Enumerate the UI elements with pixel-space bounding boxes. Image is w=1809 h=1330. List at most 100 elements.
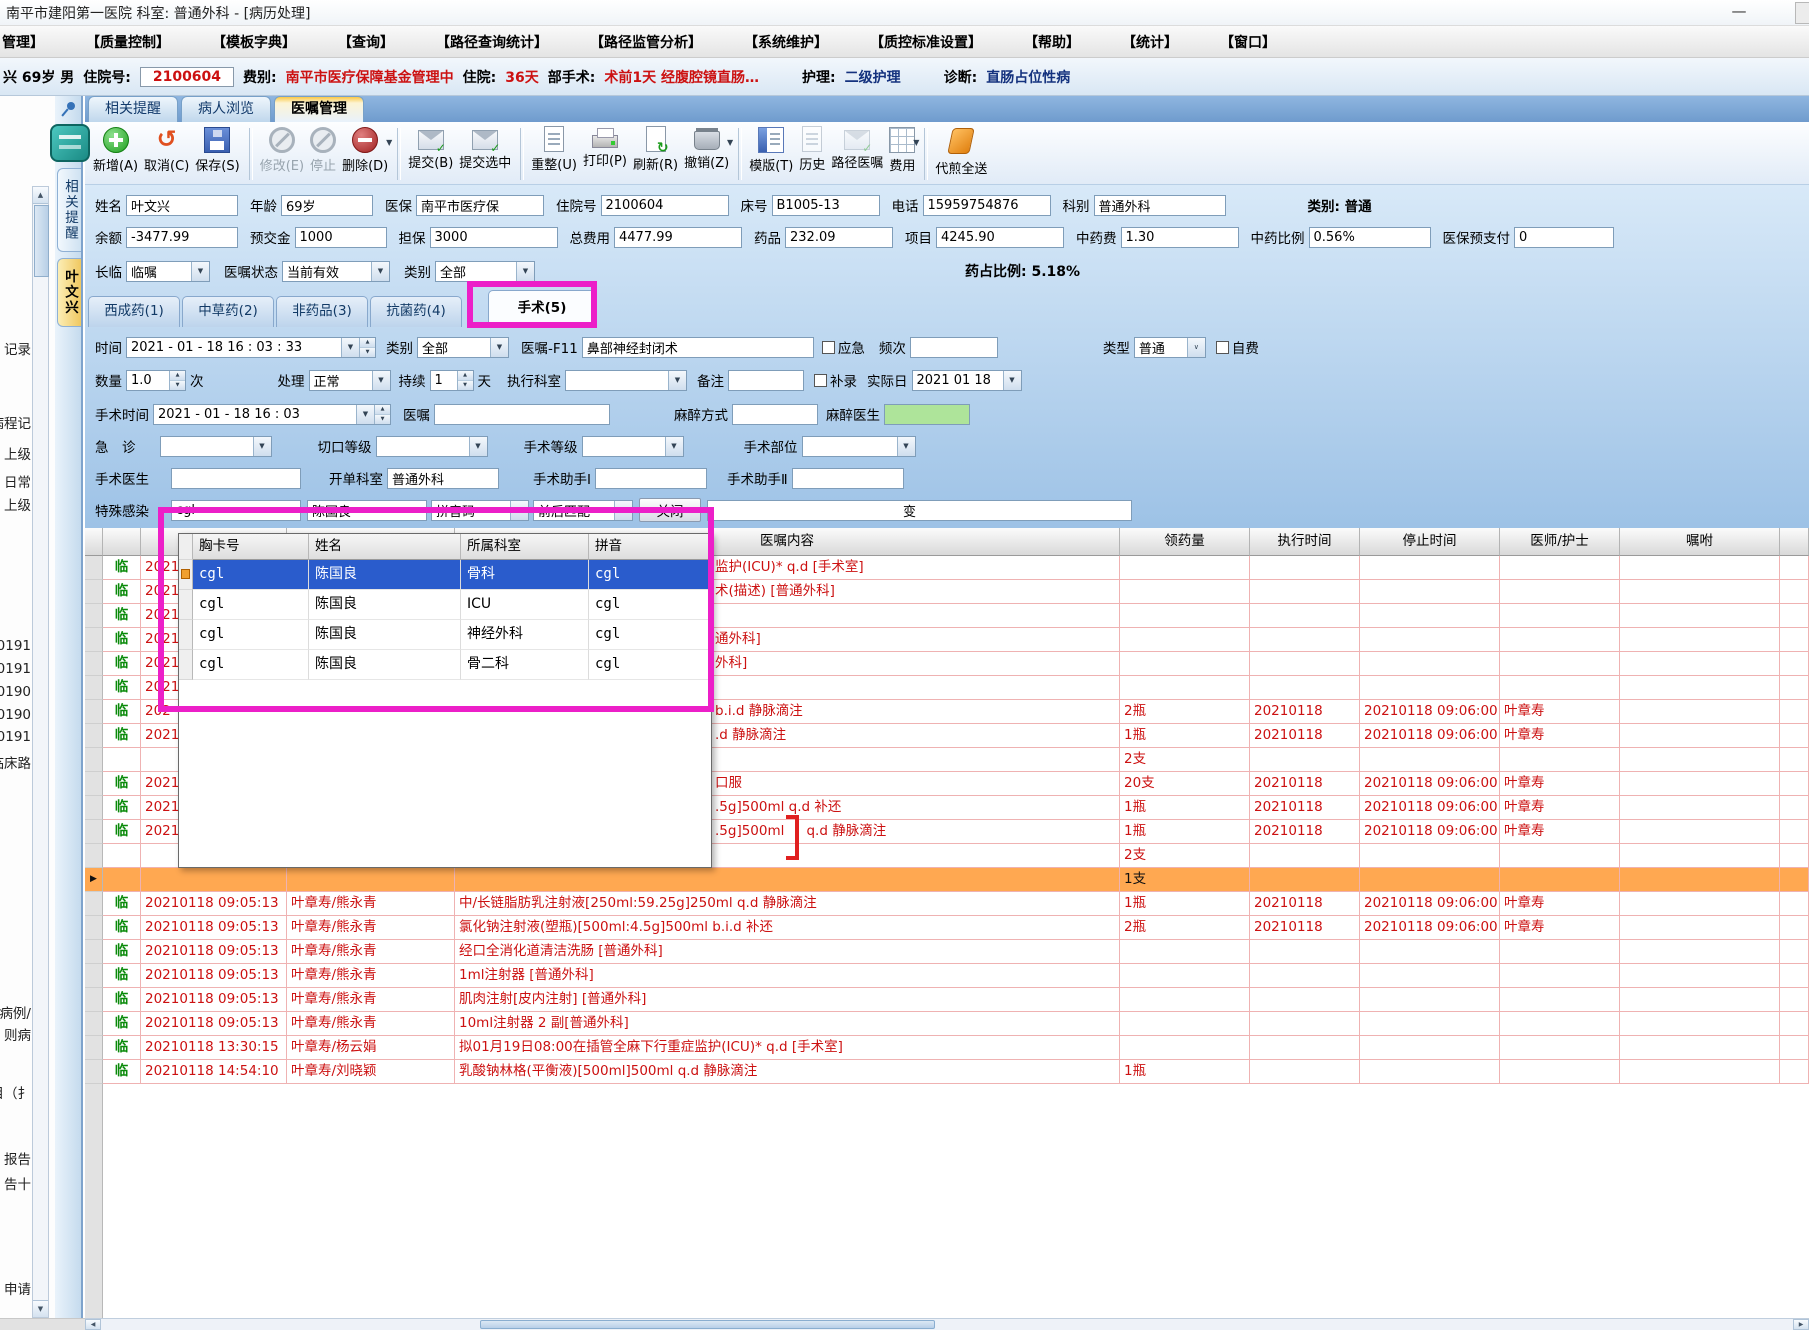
field-2[interactable]: 69岁 xyxy=(281,194,373,216)
filter-combo-1[interactable]: 临嘱 ▼ xyxy=(126,260,210,282)
popup-row[interactable]: cgl 陈国良 神经外科 cgl xyxy=(179,620,711,650)
actual-date-field[interactable]: 2021 01 18 ▼ xyxy=(911,369,1022,391)
order-tab-3[interactable]: 非药品(3) xyxy=(276,296,368,327)
anesthetist-field[interactable] xyxy=(884,403,970,425)
menu-item[interactable]: 【查询】 xyxy=(338,32,394,52)
minimize-button[interactable]: — xyxy=(1721,1,1757,23)
menu-item[interactable]: 【窗口】 xyxy=(1220,32,1276,52)
popup-row[interactable]: cgl 陈国良 骨二科 cgl xyxy=(179,650,711,680)
popup-row[interactable]: cgl 陈国良 ICU cgl xyxy=(179,590,711,620)
menu-item[interactable]: 【质控标准设置】 xyxy=(870,32,982,52)
process-combo[interactable]: 正常 ▼ xyxy=(308,369,391,391)
field-1[interactable]: -3477.99 xyxy=(126,226,238,248)
order-row[interactable]: 临 20210118 13:30:15 叶章寿/杨云娟 拟01月19日08:00在插管… xyxy=(85,1036,1809,1060)
pin-icon[interactable] xyxy=(61,102,76,117)
tree-item-fragment[interactable]: 0190 xyxy=(0,684,31,700)
tab-inactive[interactable]: 相关提醒 xyxy=(88,96,178,122)
frequency-field[interactable] xyxy=(909,336,998,358)
tree-item-fragment[interactable]: 病例/ xyxy=(0,1002,31,1022)
toolbar-button-docref[interactable]: 刷新(R) xyxy=(633,126,678,173)
field-5[interactable]: B1005-13 xyxy=(771,194,880,216)
exec-dept-combo[interactable]: ▼ xyxy=(565,369,687,391)
toolbar-button-grid[interactable]: 费用 ▼ xyxy=(889,126,919,174)
field-2[interactable]: 1000 xyxy=(294,226,387,248)
anesthesia-method-field[interactable] xyxy=(732,403,818,425)
toolbar-button-doc[interactable]: 重整(U) xyxy=(531,126,577,173)
field-7[interactable]: 普通外科 xyxy=(1093,194,1226,216)
toolbar-button-floppy[interactable]: 保存(S) xyxy=(195,126,240,174)
field-5[interactable]: 232.09 xyxy=(785,226,893,248)
menu-item[interactable]: 【路径监管分析】 xyxy=(590,32,702,52)
left-vertical-scrollbar[interactable]: ▲ ▼ xyxy=(32,186,49,1318)
order-row[interactable]: 临 20210118 09:05:13 叶章寿/熊永青 10ml注射器 2 副[普通外… xyxy=(85,1012,1809,1036)
order-tab-4[interactable]: 抗菌药(4) xyxy=(370,296,462,327)
side-tab-patient[interactable]: 叶文兴 xyxy=(57,258,81,327)
chevron-down-icon[interactable]: ▼ xyxy=(727,138,733,147)
tree-item-fragment[interactable]: 0191 xyxy=(0,661,31,677)
tab-inactive[interactable]: 病人浏览 xyxy=(181,96,271,122)
toolbar-button-orange[interactable]: 代煎全送 xyxy=(935,126,987,177)
duration-stepper[interactable]: 1 ▲ ▼ xyxy=(429,369,474,391)
toolbar-button-mail[interactable]: 路径医嘱 xyxy=(831,126,883,171)
diagnosis-tail-field[interactable]: 变 xyxy=(707,499,1132,521)
tree-item-fragment[interactable]: 上级 xyxy=(4,494,31,514)
menu-item[interactable]: 【路径查询统计】 xyxy=(436,32,548,52)
field-6[interactable]: 15959754876 xyxy=(922,194,1051,216)
filter-combo-2[interactable]: 当前有效 ▼ xyxy=(282,260,390,282)
toolbar-button-plus[interactable]: 新增(A) xyxy=(93,126,138,174)
surgeon-field[interactable] xyxy=(171,467,301,489)
field-8[interactable]: 0.56% xyxy=(1308,226,1431,248)
order-row[interactable]: 临 20210118 09:05:13 叶章寿/熊永青 肌肉注射[皮内注射] [普通外… xyxy=(85,988,1809,1012)
tree-item-fragment[interactable]: 0190 xyxy=(0,707,31,723)
tree-item-fragment[interactable]: 记录 xyxy=(4,338,31,358)
tree-item-fragment[interactable]: 0191 xyxy=(0,638,31,654)
scrollbar-thumb[interactable] xyxy=(34,205,49,277)
match-mode-combo[interactable]: 前后匹配 ▼ xyxy=(533,499,633,521)
tab-active[interactable]: 医嘱管理 xyxy=(274,96,364,122)
toolbar-button-notebook[interactable]: 模版(T) xyxy=(749,126,793,174)
incision-grade-combo[interactable]: ▼ xyxy=(375,435,488,457)
tree-item-fragment[interactable]: 报告 xyxy=(4,1148,31,1168)
close-button[interactable]: 关闭 xyxy=(639,498,701,522)
tree-item-fragment[interactable]: 申请 xyxy=(4,1278,31,1298)
menu-item[interactable]: 【系统维护】 xyxy=(744,32,828,52)
category-combo[interactable]: 全部 ▼ xyxy=(417,336,509,358)
ordering-dept-field[interactable]: 普通外科 xyxy=(387,467,499,489)
order-name-field[interactable]: 鼻部神经封闭术 xyxy=(581,336,814,358)
field-7[interactable]: 1.30 xyxy=(1120,226,1239,248)
tree-item-fragment[interactable]: 上级 xyxy=(4,443,31,463)
qty-stepper[interactable]: 1.0 ▲ ▼ xyxy=(126,369,186,391)
menu-item[interactable]: 【统计】 xyxy=(1122,32,1178,52)
order-row[interactable]: 临 20210118 09:05:13 叶章寿/熊永青 中/长链脂肪乳注射液[250m… xyxy=(85,892,1809,916)
chevron-down-icon[interactable]: ▼ xyxy=(913,138,919,147)
field-1[interactable]: 叶文兴 xyxy=(126,194,238,216)
chevron-down-icon[interactable]: ▼ xyxy=(191,261,209,281)
toolbar-button-doc[interactable]: 历史 xyxy=(799,126,825,173)
backfill-checkbox[interactable] xyxy=(814,373,827,387)
toolbar-button-printer[interactable]: 打印(P) xyxy=(583,126,627,169)
field-4[interactable]: 2100604 xyxy=(600,194,729,216)
scroll-up-icon[interactable]: ▲ xyxy=(33,187,48,204)
toolbar-button-mail[interactable]: 提交选中 xyxy=(459,126,511,171)
emergency-combo[interactable]: ▼ xyxy=(159,435,272,457)
order-tab-5[interactable]: 手术(5) xyxy=(488,290,596,327)
horizontal-scrollbar[interactable]: ◀ ▶ xyxy=(85,1318,1809,1330)
order-tab-1[interactable]: 西成药(1) xyxy=(88,296,180,327)
tree-item-fragment[interactable]: 日常 xyxy=(4,471,31,491)
surgery-site-combo[interactable]: ▼ xyxy=(801,435,916,457)
side-tab-reminders[interactable]: 相关提醒 xyxy=(57,168,81,252)
maximize-button[interactable] xyxy=(1795,2,1809,24)
doctor-code-field[interactable]: cgl xyxy=(171,499,301,521)
toolbar-button-mail[interactable]: 提交(B) xyxy=(408,126,453,171)
field-6[interactable]: 4245.90 xyxy=(936,226,1064,248)
menu-item[interactable]: 【帮助】 xyxy=(1024,32,1080,52)
pinyin-combo[interactable]: 拼音码 ▼ xyxy=(431,499,529,521)
quick-tool-button[interactable] xyxy=(50,124,90,162)
scroll-left-icon[interactable]: ◀ xyxy=(85,1319,101,1330)
scroll-down-icon[interactable]: ▼ xyxy=(33,1300,48,1317)
urgent-checkbox[interactable] xyxy=(821,340,835,354)
tree-item-fragment[interactable]: 临床路 xyxy=(0,752,31,772)
self-pay-checkbox[interactable] xyxy=(1215,340,1229,354)
toolbar-button-disc[interactable]: 修改(E) xyxy=(260,126,304,174)
tree-item-fragment[interactable]: 0191 xyxy=(0,729,31,745)
